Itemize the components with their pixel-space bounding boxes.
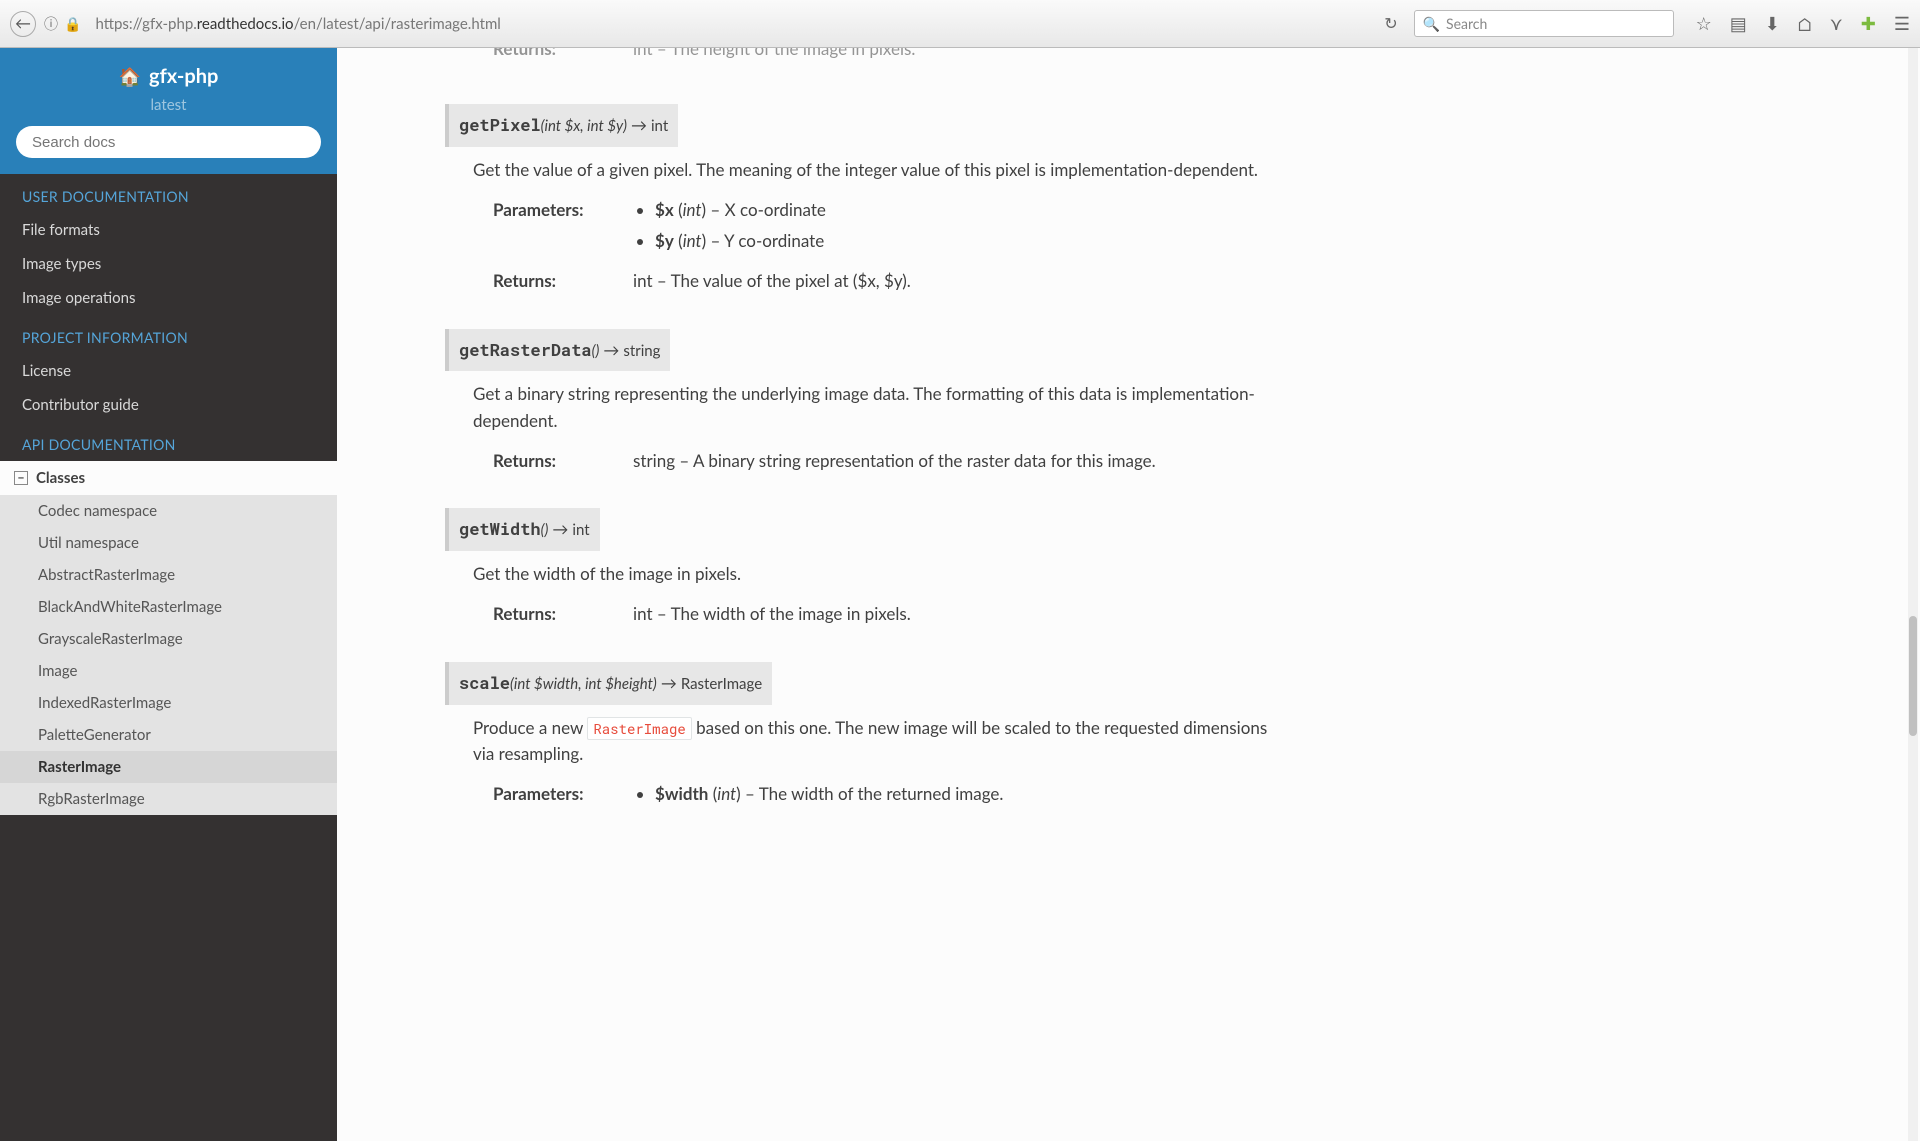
returns-text: string – A binary string representation … bbox=[633, 448, 1275, 474]
subnav-bwrasterimage[interactable]: BlackAndWhiteRasterImage bbox=[0, 591, 337, 623]
method-desc: Produce a new RasterImage based on this … bbox=[473, 715, 1275, 768]
method-params: (int $x, int $y) bbox=[541, 117, 627, 135]
sidebar-item-classes[interactable]: − Classes bbox=[0, 461, 337, 495]
parameters-label: Parameters: bbox=[493, 781, 593, 811]
search-docs-wrap bbox=[0, 126, 337, 174]
param-item: $y (int) – Y co-ordinate bbox=[655, 228, 1275, 254]
field-list: Parameters: $width (int) – The width of … bbox=[493, 781, 1275, 811]
sidebar-item-contributor-guide[interactable]: Contributor guide bbox=[0, 388, 337, 422]
partial-top-method: Returns: int – The height of the image i… bbox=[493, 48, 1275, 70]
reader-icon[interactable]: ▤ bbox=[1730, 12, 1747, 35]
method-getpixel: getPixel(int $x, int $y)→int Get the val… bbox=[445, 104, 1275, 294]
returns-text: int – The width of the image in pixels. bbox=[633, 601, 1275, 627]
project-name: gfx-php bbox=[149, 64, 218, 88]
method-name: scale bbox=[459, 671, 510, 694]
browser-toolbar: ← ⓘ 🔒 https://gfx-php.readthedocs.io/en/… bbox=[0, 0, 1920, 48]
url-pre: https://gfx-php. bbox=[95, 15, 196, 33]
method-params: () bbox=[541, 521, 549, 539]
signature-bar: scale(int $width, int $height)→RasterIma… bbox=[445, 662, 772, 705]
subnav-util[interactable]: Util namespace bbox=[0, 527, 337, 559]
toolbar-icons: ☆ ▤ ⬇ ⌂ ⋎ ✚ ☰ bbox=[1682, 12, 1910, 35]
nav-caption-api: API DOCUMENTATION bbox=[0, 422, 337, 461]
sidebar-item-license[interactable]: License bbox=[0, 354, 337, 388]
returns-text: int – The height of the image in pixels. bbox=[633, 48, 1275, 62]
nav-caption-project: PROJECT INFORMATION bbox=[0, 315, 337, 354]
page-wrapper: 🏠 gfx-php latest USER DOCUMENTATION File… bbox=[0, 48, 1920, 1141]
method-getwidth: getWidth()→int Get the width of the imag… bbox=[445, 508, 1275, 627]
nav-caption-user: USER DOCUMENTATION bbox=[0, 174, 337, 213]
home-icon: 🏠 bbox=[119, 65, 141, 88]
content-scrollbar[interactable] bbox=[1908, 48, 1918, 1141]
version-badge: latest bbox=[0, 96, 337, 114]
lock-icon: 🔒 bbox=[64, 15, 81, 33]
signature-bar: getRasterData()→string bbox=[445, 329, 670, 372]
content-area[interactable]: Returns: int – The height of the image i… bbox=[337, 48, 1920, 1141]
subnav-palette[interactable]: PaletteGenerator bbox=[0, 719, 337, 751]
downloads-icon[interactable]: ⬇ bbox=[1765, 12, 1780, 35]
scrollbar-thumb[interactable] bbox=[1909, 616, 1917, 736]
method-scale: scale(int $width, int $height)→RasterIma… bbox=[445, 662, 1275, 812]
subnav-rgbrasterimage[interactable]: RgbRasterImage bbox=[0, 783, 337, 815]
method-return-type: RasterImage bbox=[681, 675, 762, 693]
search-docs-input[interactable] bbox=[16, 126, 321, 158]
sidebar-header[interactable]: 🏠 gfx-php latest bbox=[0, 48, 337, 126]
url-info-icons[interactable]: ⓘ 🔒 bbox=[44, 14, 81, 34]
sidebar-item-image-operations[interactable]: Image operations bbox=[0, 281, 337, 315]
method-name: getWidth bbox=[459, 517, 541, 540]
subnav-abstractrasterimage[interactable]: AbstractRasterImage bbox=[0, 559, 337, 591]
content-inner: Returns: int – The height of the image i… bbox=[425, 48, 1295, 886]
signature-bar: getPixel(int $x, int $y)→int bbox=[445, 104, 678, 147]
addons-icon[interactable]: ✚ bbox=[1861, 12, 1876, 35]
refresh-icon[interactable]: ↻ bbox=[1376, 14, 1405, 33]
method-return-type: int bbox=[651, 117, 668, 135]
url-domain: readthedocs.io bbox=[197, 15, 294, 33]
parameters-label: Parameters: bbox=[493, 197, 593, 258]
subnav-grayscale[interactable]: GrayscaleRasterImage bbox=[0, 623, 337, 655]
sidebar-item-file-formats[interactable]: File formats bbox=[0, 213, 337, 247]
field-list: Parameters: $x (int) – X co-ordinate $y … bbox=[493, 197, 1275, 294]
method-params: (int $width, int $height) bbox=[510, 675, 657, 693]
method-desc: Get the width of the image in pixels. bbox=[473, 561, 1275, 587]
method-getrasterdata: getRasterData()→string Get a binary stri… bbox=[445, 329, 1275, 475]
browser-search-box[interactable]: 🔍 Search bbox=[1414, 10, 1674, 37]
method-name: getPixel bbox=[459, 113, 541, 136]
returns-label: Returns: bbox=[493, 268, 593, 294]
info-icon[interactable]: ⓘ bbox=[44, 14, 58, 34]
signature-bar: getWidth()→int bbox=[445, 508, 600, 551]
subnav-codec[interactable]: Codec namespace bbox=[0, 495, 337, 527]
sidebar: 🏠 gfx-php latest USER DOCUMENTATION File… bbox=[0, 48, 337, 1141]
project-title[interactable]: 🏠 gfx-php bbox=[119, 64, 219, 88]
sidebar-item-image-types[interactable]: Image types bbox=[0, 247, 337, 281]
method-return-type: int bbox=[572, 521, 589, 539]
pocket-icon[interactable]: ⋎ bbox=[1830, 12, 1843, 35]
returns-label: Returns: bbox=[493, 448, 593, 474]
menu-icon[interactable]: ☰ bbox=[1894, 12, 1910, 35]
url-bar[interactable]: https://gfx-php.readthedocs.io/en/latest… bbox=[89, 15, 1368, 33]
subnav-image[interactable]: Image bbox=[0, 655, 337, 687]
url-path: /en/latest/api/rasterimage.html bbox=[294, 15, 501, 33]
nav-back-button[interactable]: ← bbox=[10, 11, 36, 37]
home-icon[interactable]: ⌂ bbox=[1798, 13, 1812, 35]
field-list: Returns: string – A binary string repres… bbox=[493, 448, 1275, 474]
subnav-indexed[interactable]: IndexedRasterImage bbox=[0, 687, 337, 719]
returns-text: int – The value of the pixel at ($x, $y)… bbox=[633, 268, 1275, 294]
subnav-classes: Codec namespace Util namespace AbstractR… bbox=[0, 495, 337, 815]
sidebar-item-label: Classes bbox=[36, 469, 85, 487]
method-return-type: string bbox=[623, 342, 660, 360]
collapse-icon[interactable]: − bbox=[14, 471, 28, 485]
field-list: Returns: int – The width of the image in… bbox=[493, 601, 1275, 627]
method-desc: Get the value of a given pixel. The mean… bbox=[473, 157, 1275, 183]
inline-code: RasterImage bbox=[587, 717, 691, 740]
returns-label: Returns: bbox=[493, 48, 593, 62]
method-params: () bbox=[592, 342, 600, 360]
bookmark-star-icon[interactable]: ☆ bbox=[1696, 12, 1712, 35]
method-desc: Get a binary string representing the und… bbox=[473, 381, 1275, 434]
method-name: getRasterData bbox=[459, 338, 592, 361]
search-placeholder: Search bbox=[1446, 15, 1487, 32]
returns-label: Returns: bbox=[493, 601, 593, 627]
subnav-rasterimage[interactable]: RasterImage bbox=[0, 751, 337, 783]
param-item: $width (int) – The width of the returned… bbox=[655, 781, 1275, 807]
param-item: $x (int) – X co-ordinate bbox=[655, 197, 1275, 223]
search-icon: 🔍 bbox=[1423, 15, 1440, 33]
